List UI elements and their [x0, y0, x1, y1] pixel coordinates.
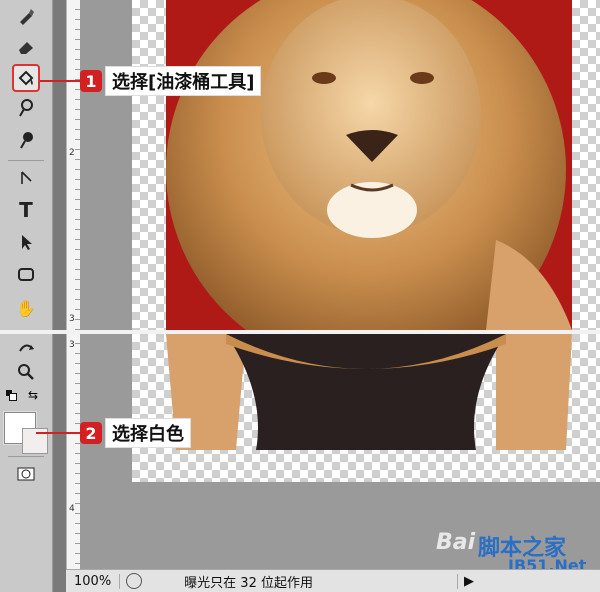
lion-image: [166, 0, 572, 330]
toolbar-separator: [8, 160, 44, 161]
rotate-view-icon: [19, 344, 34, 352]
callout-1: 1 选择[油漆桶工具]: [40, 66, 262, 96]
burn-tool[interactable]: [14, 128, 38, 152]
lion-image-lower: [166, 334, 572, 450]
rounded-rect-icon: [18, 268, 34, 281]
eraser-icon: [19, 42, 33, 54]
paint-bucket-icon: [18, 70, 34, 86]
type-tool[interactable]: T: [14, 198, 38, 222]
type-icon: T: [19, 198, 33, 222]
top-screenshot-panel: T ✋ 2 3 1 选择[油漆桶工具]: [0, 0, 600, 330]
lion-lower-illustration: [166, 334, 572, 450]
pen-path-icon: [21, 171, 32, 184]
ruler-mark: 4: [69, 504, 75, 514]
status-info-icon[interactable]: [126, 573, 143, 589]
callout-line: [36, 432, 82, 434]
status-menu-arrow-icon[interactable]: ▶: [457, 573, 480, 589]
magnifier-icon: [18, 364, 34, 380]
rotate-view-tool[interactable]: [14, 336, 38, 360]
bottom-screenshot-panel: ⇆ 3 4 2 选择白色 Bai 脚本之家 JB51.Net 100% 曝光只在…: [0, 334, 600, 592]
tools-panel: ⇆: [0, 334, 53, 592]
callout-2: 2 选择白色: [36, 418, 191, 448]
status-message: 曝光只在 32 位起作用: [184, 575, 313, 591]
history-brush-icon: [20, 9, 34, 25]
transparent-area-left: [132, 0, 166, 330]
hand-tool[interactable]: ✋: [14, 296, 38, 320]
zoom-tool[interactable]: [14, 360, 38, 384]
transparent-area-right: [572, 0, 600, 330]
path-selection-tool[interactable]: [14, 166, 38, 190]
paint-bucket-tool[interactable]: [12, 64, 40, 92]
callout-line: [40, 80, 82, 82]
callout-label: 选择白色: [105, 418, 191, 448]
toolbar-separator: [8, 456, 44, 457]
document-canvas[interactable]: [80, 0, 600, 330]
direct-selection-tool[interactable]: [14, 230, 38, 254]
default-colors-icon[interactable]: [6, 390, 17, 401]
quick-mask-button[interactable]: [14, 462, 38, 486]
zoom-level[interactable]: 100%: [66, 573, 121, 589]
baidu-watermark: Bai: [436, 530, 476, 555]
quick-mask-icon: [17, 467, 35, 481]
ruler-mark: 3: [69, 340, 75, 350]
history-brush-tool[interactable]: [14, 4, 38, 28]
hand-icon: ✋: [16, 298, 36, 318]
eraser-tool[interactable]: [14, 34, 38, 58]
callout-label: 选择[油漆桶工具]: [105, 66, 262, 96]
callout-number: 1: [80, 70, 102, 92]
arrow-pointer-icon: [22, 235, 32, 250]
dodge-tool[interactable]: [14, 96, 38, 120]
swap-colors-icon[interactable]: ⇆: [28, 388, 38, 402]
burn-icon: [20, 132, 33, 149]
ruler-mark: 3: [69, 314, 75, 324]
dodge-icon: [19, 99, 33, 117]
ruler-mark: 2: [69, 148, 75, 158]
tools-panel: T ✋: [0, 0, 53, 330]
lion-illustration: [166, 0, 572, 330]
shape-tool[interactable]: [14, 262, 38, 286]
callout-number: 2: [80, 422, 102, 444]
status-bar: 100% 曝光只在 32 位起作用 ▶: [66, 569, 600, 592]
